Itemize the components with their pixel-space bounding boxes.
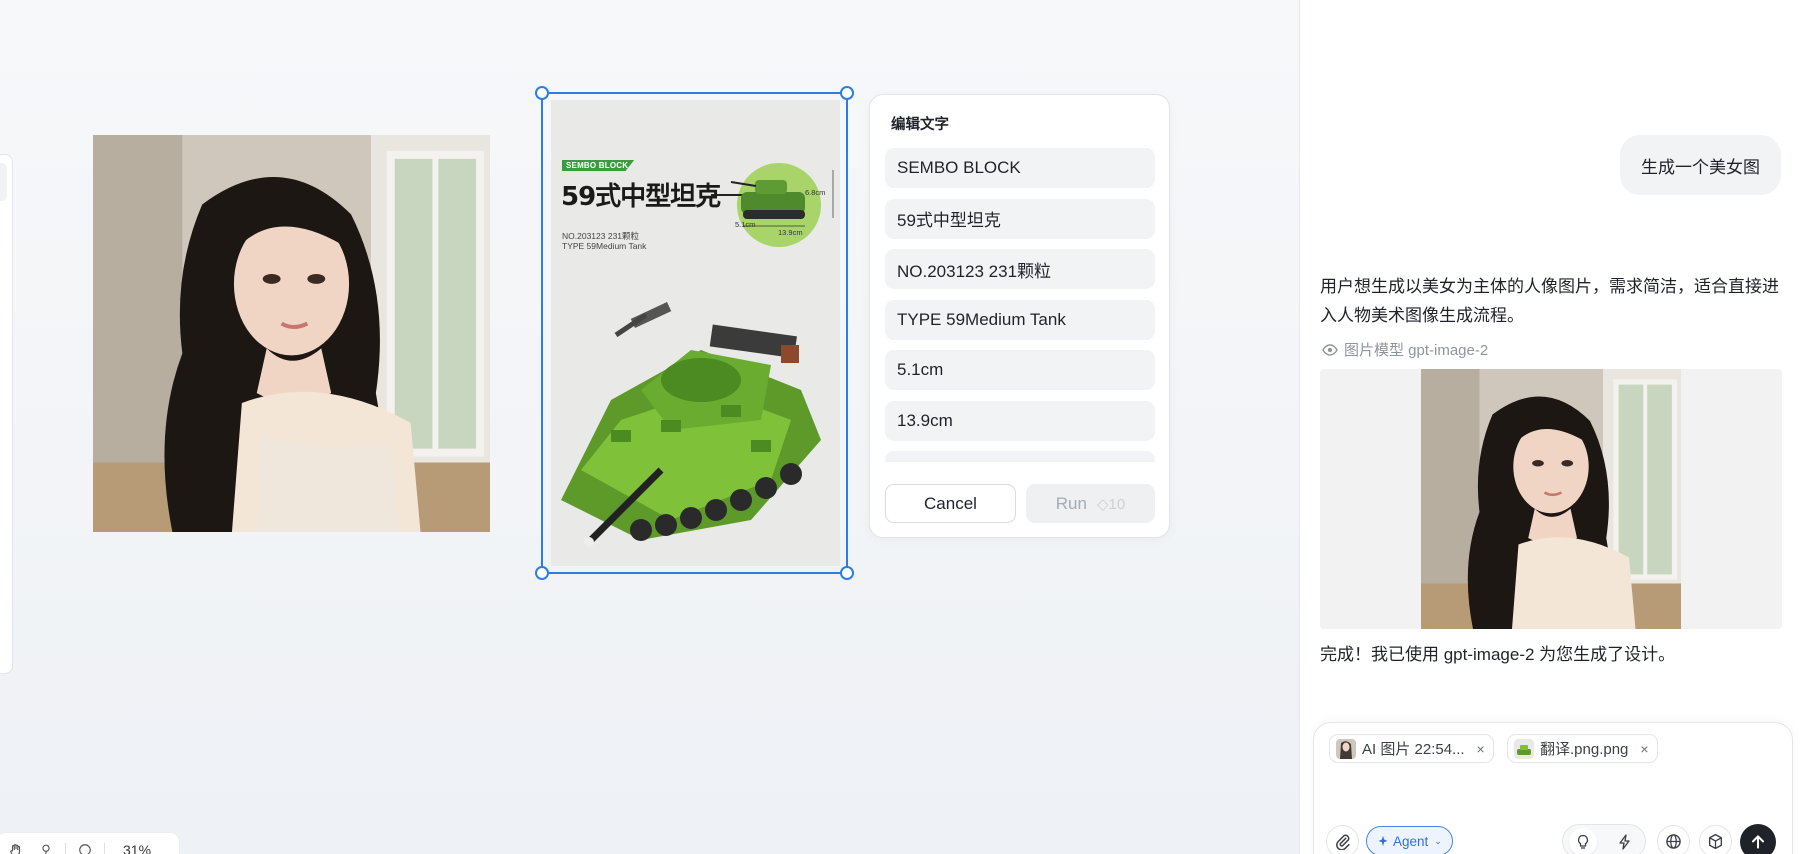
resize-handle-top-right[interactable] (840, 86, 854, 100)
message-composer[interactable]: AI 图片 22:54... × 翻译.png.png × Agent ⌄ (1313, 722, 1793, 854)
lightning-icon (1619, 834, 1630, 850)
user-message: 生成一个美女图 (1620, 135, 1781, 195)
chat-sidebar: 生成一个美女图 用户想生成以美女为主体的人像图片，需求简洁，适合直接进入人物美术… (1299, 0, 1800, 854)
poster-dim-height: 6.8cm (805, 188, 826, 197)
fast-mode-button[interactable] (1611, 828, 1639, 854)
edit-text-panel: 编辑文字 Cancel Run ◇10 (869, 94, 1170, 538)
run-label: Run (1055, 493, 1087, 513)
mode-toggle-group (1562, 824, 1646, 854)
remove-attachment-icon[interactable]: × (1640, 741, 1648, 757)
canvas-image-poster[interactable]: SEMBO BLOCK 59式中型坦克 NO.203123 231颗粒 TYPE… (535, 86, 854, 580)
generated-image[interactable] (1320, 369, 1782, 629)
send-button[interactable] (1740, 824, 1776, 854)
comment-icon[interactable] (70, 839, 100, 854)
attachment-chip[interactable]: AI 图片 22:54... × (1329, 734, 1494, 763)
resize-handle-bottom-right[interactable] (840, 566, 854, 580)
poster-dim-width: 5.1cm (735, 220, 756, 229)
edit-panel-title: 编辑文字 (891, 117, 949, 133)
text-field-brand[interactable] (885, 148, 1155, 188)
sparkle-icon (1378, 835, 1388, 847)
design-canvas[interactable]: SEMBO BLOCK 59式中型坦克 NO.203123 231颗粒 TYPE… (0, 0, 1300, 854)
attachment-chip[interactable]: 翻译.png.png × (1507, 734, 1658, 763)
lightbulb-icon (1577, 834, 1589, 849)
poster-title: 59式中型坦克 (561, 182, 721, 212)
idea-mode-button[interactable] (1569, 828, 1597, 854)
resize-handle-top-left[interactable] (535, 86, 549, 100)
poster-brand: SEMBO BLOCK (562, 160, 635, 171)
globe-icon (1666, 834, 1681, 849)
tank-poster: SEMBO BLOCK 59式中型坦克 NO.203123 231颗粒 TYPE… (551, 100, 840, 566)
attach-button[interactable] (1326, 825, 1359, 854)
arrow-up-icon (1751, 835, 1765, 849)
attachment-thumbnail (1336, 738, 1356, 759)
left-toolbar (0, 154, 13, 674)
attachment-name: 翻译.png.png (1540, 741, 1629, 758)
chevron-down-icon: ⌄ (1434, 835, 1442, 846)
canvas-image-portrait[interactable] (93, 135, 490, 532)
hand-tool-icon[interactable] (1, 839, 31, 854)
model-info: 图片模型 gpt-image-2 (1322, 339, 1488, 360)
eye-icon (1322, 343, 1338, 356)
paperclip-icon (1336, 834, 1350, 850)
completion-message: 完成！我已使用 gpt-image-2 为您生成了设计。 (1320, 645, 1676, 664)
text-field-type[interactable] (885, 299, 1155, 340)
text-field-number[interactable] (885, 249, 1155, 289)
text-field-width[interactable] (885, 350, 1155, 390)
portrait-illustration (1421, 369, 1681, 629)
cancel-button[interactable]: Cancel (885, 484, 1016, 523)
pin-icon[interactable] (31, 839, 61, 854)
text-field-height[interactable] (885, 451, 1155, 462)
poster-dim-length: 13.9cm (778, 228, 803, 237)
run-button[interactable]: Run ◇10 (1026, 484, 1155, 523)
divider (104, 843, 105, 854)
zoom-level[interactable]: 31% (123, 842, 151, 854)
generated-image-content (1421, 369, 1681, 629)
divider (65, 843, 66, 854)
agent-label: Agent (1393, 833, 1429, 849)
attachment-thumbnail (1514, 738, 1534, 759)
agent-mode-selector[interactable]: Agent ⌄ (1366, 826, 1453, 854)
canvas-bottom-bar: 31% (0, 832, 180, 854)
text-field-list[interactable] (885, 148, 1155, 462)
web-search-button[interactable] (1657, 825, 1690, 854)
run-cost: ◇10 (1096, 495, 1126, 513)
model-label: 图片模型 gpt-image-2 (1344, 342, 1489, 359)
cube-icon (1708, 833, 1723, 850)
poster-type: TYPE 59Medium Tank (562, 241, 647, 251)
assistant-reply: 用户想生成以美女为主体的人像图片，需求简洁，适合直接进入人物美术图像生成流程。 (1320, 277, 1779, 325)
text-field-title[interactable] (885, 198, 1155, 239)
toolbar-button[interactable] (0, 163, 7, 201)
text-field-length[interactable] (885, 400, 1155, 441)
resize-handle-bottom-left[interactable] (535, 566, 549, 580)
attachment-name: AI 图片 22:54... (1362, 741, 1465, 758)
3d-button[interactable] (1699, 825, 1732, 854)
remove-attachment-icon[interactable]: × (1477, 741, 1485, 757)
portrait-illustration (93, 135, 490, 532)
